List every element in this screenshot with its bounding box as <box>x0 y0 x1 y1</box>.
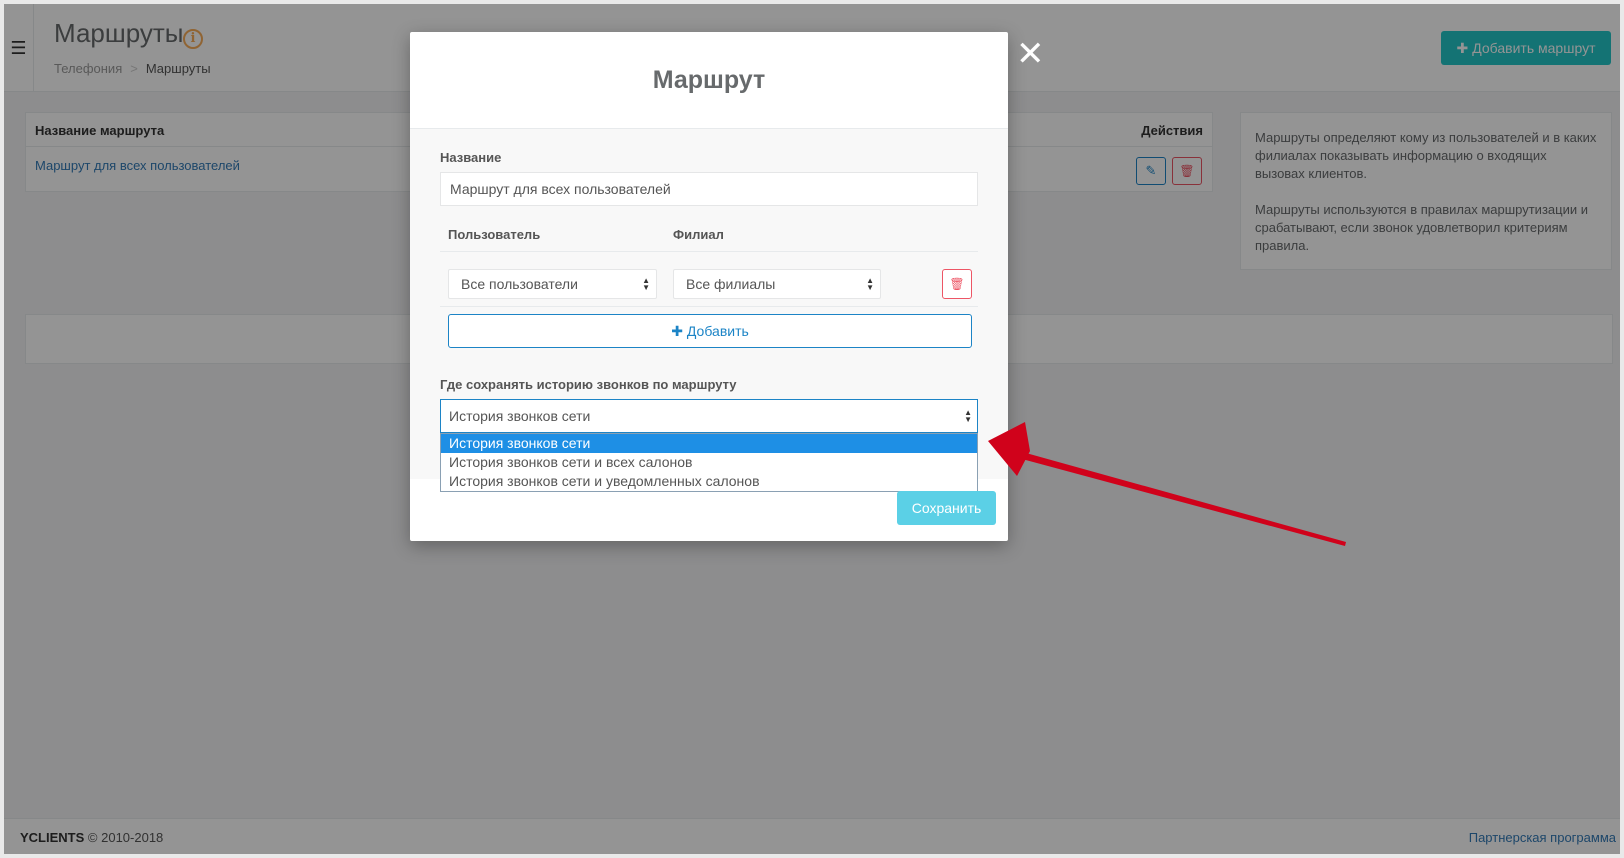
branch-select[interactable]: Все филиалы ▲ ▼ <box>673 269 881 299</box>
user-select-value: Все пользователи <box>461 276 578 292</box>
row-divider <box>440 251 978 252</box>
add-row-label: Добавить <box>686 323 749 339</box>
user-column-label: Пользователь <box>448 227 541 242</box>
route-modal: Маршрут Название Пользователь Филиал Все… <box>410 32 1008 541</box>
save-button[interactable]: Сохранить <box>897 491 996 525</box>
history-select[interactable]: История звонков сети ▲ ▼ <box>440 399 978 433</box>
plus-icon: ✚ <box>671 322 683 339</box>
history-label: Где сохранять историю звонков по маршрут… <box>440 377 737 392</box>
history-select-value: История звонков сети <box>449 408 591 424</box>
row-divider <box>440 306 978 307</box>
modal-footer: Сохранить <box>410 479 1008 541</box>
add-row-button[interactable]: ✚ Добавить <box>448 314 972 348</box>
select-arrows-icon: ▲ ▼ <box>964 408 972 424</box>
branch-select-value: Все филиалы <box>686 276 776 292</box>
modal-header: Маршрут <box>410 32 1008 129</box>
name-label: Название <box>440 150 502 165</box>
history-option[interactable]: История звонков сети <box>441 434 977 453</box>
delete-row-button[interactable]: 🗑 <box>942 269 972 299</box>
branch-column-label: Филиал <box>673 227 724 242</box>
close-icon[interactable]: ✕ <box>1016 37 1045 71</box>
user-select[interactable]: Все пользователи ▲ ▼ <box>448 269 657 299</box>
route-name-input[interactable] <box>440 172 978 206</box>
select-arrows-icon: ▲ ▼ <box>642 276 650 292</box>
modal-title: Маршрут <box>652 66 766 94</box>
app-window: ☰ Маршруты i Телефония > Маршруты ✚ Добавит… <box>4 4 1620 854</box>
trash-icon: 🗑 <box>949 277 965 291</box>
select-arrows-icon: ▲ ▼ <box>866 276 874 292</box>
history-option[interactable]: История звонков сети и всех салонов <box>441 453 977 472</box>
